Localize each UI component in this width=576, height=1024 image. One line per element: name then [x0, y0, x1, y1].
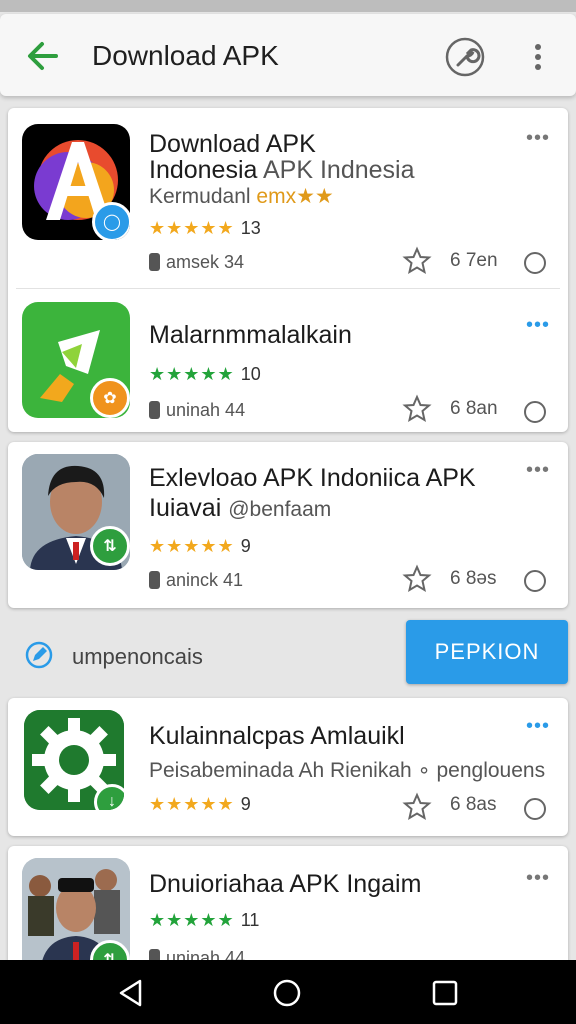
app-size: 6 8as — [450, 794, 497, 815]
gear-app-icon: ↓ — [24, 710, 124, 810]
app-icon-portrait: ⇅ — [22, 454, 130, 570]
star-outline-icon[interactable] — [402, 564, 432, 594]
status-bar — [0, 0, 576, 12]
arrow-back-icon[interactable] — [22, 36, 62, 76]
app-name: Dnuioriahaa APK Ingaim — [149, 870, 422, 898]
app-card: ↓ Kulainnalcpas Amlauikl Peisabeminada A… — [8, 698, 568, 836]
list-item[interactable]: ⇅ Dnuioriahaa APK Ingaim ★★★★★11 uninah … — [8, 846, 568, 976]
select-circle-icon[interactable] — [524, 798, 546, 820]
rating: ★★★★★ 10 — [149, 364, 261, 384]
app-card: ⇅ Dnuioriahaa APK Ingaim ★★★★★11 uninah … — [8, 846, 568, 976]
app-size: 6 7en — [450, 250, 498, 271]
select-circle-icon[interactable] — [524, 252, 546, 274]
runner-badge-icon: ✿ — [90, 378, 130, 418]
app-badge-icon: ⇅ — [90, 526, 130, 566]
app-name-line2: Indonesia APK Indnesia — [149, 156, 415, 184]
select-circle-icon[interactable] — [524, 570, 546, 592]
promo-button[interactable]: PEPKION — [406, 620, 568, 684]
app-name: Malarnmmalalkain — [149, 321, 352, 349]
more-horiz-icon[interactable]: ••• — [526, 460, 550, 480]
chat-badge-icon: ◯ — [92, 202, 130, 240]
app-name-line2: Iuiavai @benfaam — [149, 494, 332, 522]
more-horiz-icon[interactable]: ••• — [526, 128, 550, 148]
system-nav-bar — [0, 960, 576, 1024]
wrench-icon[interactable] — [444, 36, 486, 78]
promo-bar: umpenoncais PEPKION — [0, 614, 576, 694]
app-name: Exlevloao APK Indoniica APK — [149, 464, 476, 492]
edit-circle-icon — [25, 641, 53, 669]
app-size: 6 8əs — [450, 568, 497, 589]
more-horiz-icon[interactable]: ••• — [526, 716, 550, 736]
promo-text: umpenoncais — [72, 644, 203, 669]
nav-home-icon[interactable] — [272, 978, 302, 1008]
rating: ★★★★★ 13 — [149, 218, 261, 238]
rating: ★★★★★ 9 — [149, 794, 251, 814]
more-horiz-icon[interactable]: ••• — [526, 868, 550, 888]
more-vert-icon[interactable] — [520, 38, 556, 76]
select-circle-icon[interactable] — [524, 401, 546, 423]
app-meta: aninck 41 — [149, 570, 243, 591]
device-icon — [149, 401, 160, 419]
more-horiz-icon[interactable]: ••• — [526, 315, 550, 335]
rating: ★★★★★ 11 — [149, 910, 260, 930]
app-developer: Peisabeminada Ah Rienikah ∘ penglouens — [149, 759, 546, 782]
device-icon — [149, 253, 160, 271]
app-bar: Download APK — [0, 14, 576, 96]
app-icon-a: ◯ — [22, 124, 130, 240]
app-size: 6 8an — [450, 398, 498, 419]
app-meta: amsek 34 — [149, 252, 244, 273]
device-icon — [149, 571, 160, 589]
star-outline-icon[interactable] — [402, 246, 432, 276]
app-icon-group-photo: ⇅ — [22, 858, 130, 974]
list-item[interactable]: ◯ Download APK Indonesia APK Indnesia Ke… — [8, 108, 568, 288]
star-outline-icon[interactable] — [402, 394, 432, 424]
app-icon-green: ✿ — [22, 302, 130, 418]
app-meta: uninah 44 — [149, 400, 245, 421]
page-title: Download APK — [92, 40, 279, 71]
list-item[interactable]: ⇅ Exlevloao APK Indoniica APK Iuiavai @b… — [8, 442, 568, 608]
nav-recent-icon[interactable] — [430, 978, 460, 1008]
star-outline-icon[interactable] — [402, 792, 432, 822]
rating: ★★★★★ 9 — [149, 536, 251, 556]
app-name: Download APK — [149, 130, 316, 158]
app-developer: Kermudanl emx★★ — [149, 185, 334, 208]
nav-back-icon[interactable] — [116, 978, 146, 1008]
app-card: ◯ Download APK Indonesia APK Indnesia Ke… — [8, 108, 568, 432]
list-item[interactable]: ↓ Kulainnalcpas Amlauikl Peisabeminada A… — [8, 698, 568, 836]
list-item[interactable]: ✿ Malarnmmalalkain ★★★★★ 10 uninah 44 6 8… — [8, 289, 568, 432]
app-name: Kulainnalcpas Amlauikl — [149, 722, 405, 750]
app-card: ⇅ Exlevloao APK Indoniica APK Iuiavai @b… — [8, 442, 568, 608]
